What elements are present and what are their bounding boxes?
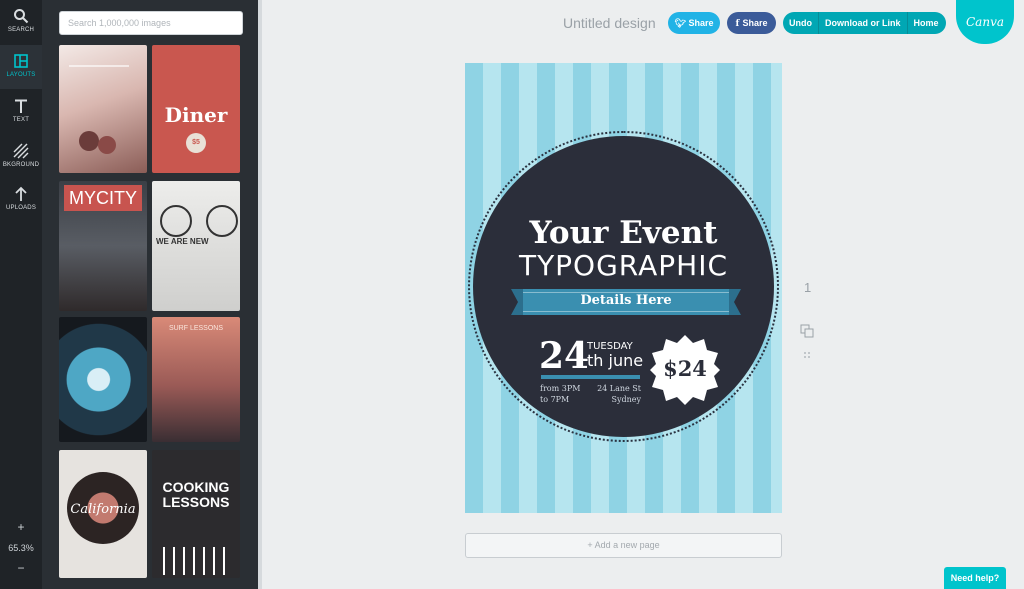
cutlery-illustration (163, 547, 225, 575)
mycity-title: MYCITY (64, 185, 142, 211)
twitter-share-label: Share (688, 18, 714, 28)
undo-button[interactable]: Undo (783, 12, 818, 34)
design-canvas[interactable]: Your Event TYPOGRAPHIC Details Here 24 T… (465, 63, 782, 513)
rail-uploads[interactable]: UPLOADS (0, 178, 42, 222)
help-button[interactable]: Need help? (944, 567, 1006, 589)
image-search-input[interactable] (59, 11, 243, 35)
rail-search-label: SEARCH (7, 27, 35, 33)
address-line-1: 24 Lane St (597, 384, 641, 393)
canva-logo[interactable]: Canva (956, 0, 1014, 44)
copy-page-icon[interactable] (800, 324, 814, 338)
event-month[interactable]: th june (587, 351, 643, 370)
left-toolbar: SEARCH LAYOUTS TEXT BKGROUND UPLOADS + 6… (0, 0, 42, 589)
template-wedding[interactable] (59, 45, 147, 173)
event-details[interactable]: Details Here (513, 293, 739, 308)
time-line-1: from 3PM (540, 384, 581, 393)
document-title[interactable]: Untitled design (563, 15, 656, 31)
time-line-2: to 7PM (540, 395, 570, 404)
text-icon (15, 99, 27, 113)
diner-price: $5 (186, 133, 206, 153)
event-title[interactable]: Your Event (465, 215, 782, 251)
twitter-icon: 🐦︎ (674, 18, 689, 28)
facebook-share-label: Share (742, 18, 768, 28)
home-button[interactable]: Home (908, 12, 945, 34)
upload-icon (15, 186, 27, 201)
event-price[interactable]: $24 (650, 356, 720, 381)
drag-handle-icon[interactable] (802, 350, 812, 360)
page-number: 1 (804, 280, 812, 295)
template-california[interactable]: California (59, 450, 147, 578)
we-are-new-title: WE ARE NEW (156, 237, 209, 246)
rail-background[interactable]: BKGROUND (0, 135, 42, 179)
twitter-share-button[interactable]: 🐦︎ Share (668, 12, 720, 34)
couple-illustration (69, 65, 129, 154)
background-icon (13, 143, 29, 159)
template-panel: MYCITY California Diner $5 WE ARE NEW SU… (42, 0, 260, 589)
zoom-level: 65.3% (8, 543, 34, 553)
rail-uploads-label: UPLOADS (5, 205, 37, 211)
facebook-share-button[interactable]: f Share (727, 12, 776, 34)
template-we-are-new[interactable]: WE ARE NEW (152, 181, 240, 311)
address-line-2: Sydney (611, 395, 641, 404)
rail-text[interactable]: TEXT (0, 90, 42, 134)
template-mycity[interactable]: MYCITY (59, 181, 147, 311)
layouts-icon (14, 54, 28, 68)
template-diner[interactable]: Diner $5 (152, 45, 240, 173)
zoom-in-button[interactable]: + (0, 520, 42, 534)
template-surf-lessons[interactable]: SURF LESSONS (152, 317, 240, 442)
rail-background-label: BKGROUND (2, 162, 40, 168)
download-button[interactable]: Download or Link (819, 12, 907, 34)
add-page-button[interactable]: + Add a new page (465, 533, 782, 558)
search-icon (14, 9, 29, 24)
panel-resize-handle[interactable] (258, 0, 262, 589)
date-rule (541, 375, 640, 379)
zoom-out-button[interactable]: − (0, 561, 42, 575)
action-button-group: Undo Download or Link Home (783, 12, 946, 34)
diner-title: Diner (164, 103, 228, 127)
rail-text-label: TEXT (12, 117, 30, 123)
california-title: California (70, 502, 136, 517)
template-cooking-lessons[interactable]: COOKING LESSONS (152, 450, 240, 578)
surf-lessons-title: SURF LESSONS (168, 325, 224, 332)
cooking-lessons-title: COOKING LESSONS (162, 479, 230, 510)
rail-layouts-label: LAYOUTS (6, 72, 36, 78)
event-time[interactable]: from 3PM to 7PM (540, 383, 580, 405)
facebook-icon: f (735, 19, 743, 29)
event-address[interactable]: 24 Lane St Sydney (593, 383, 641, 405)
template-circle-blue[interactable] (59, 317, 147, 442)
rail-search[interactable]: SEARCH (0, 0, 42, 44)
event-day[interactable]: 24 (539, 335, 589, 377)
bicycle-illustration (160, 205, 238, 237)
rail-layouts[interactable]: LAYOUTS (0, 45, 42, 89)
event-subtitle[interactable]: TYPOGRAPHIC (465, 249, 782, 282)
